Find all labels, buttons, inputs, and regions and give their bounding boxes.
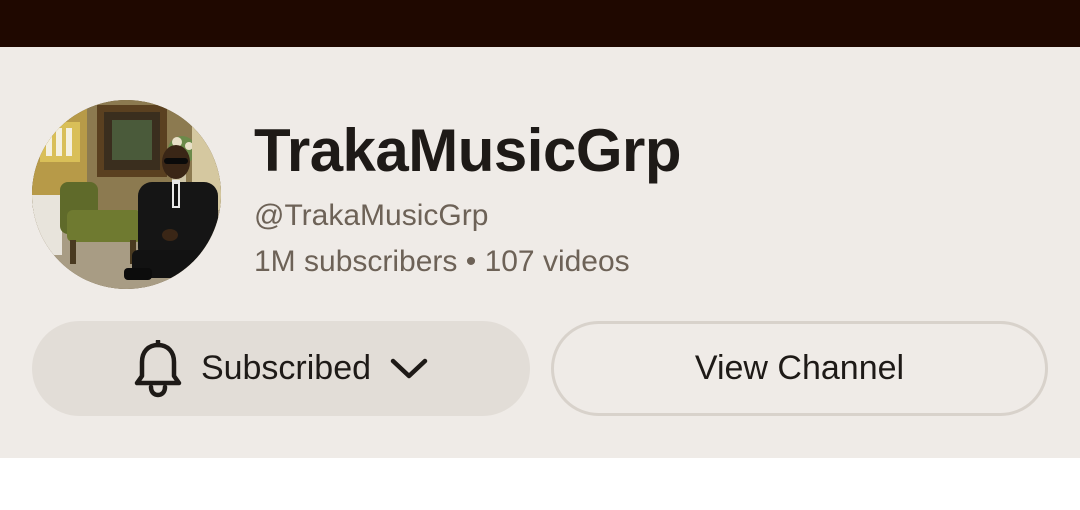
bell-icon — [133, 339, 183, 398]
channel-avatar[interactable] — [32, 100, 221, 289]
channel-card[interactable]: TrakaMusicGrp @TrakaMusicGrp 1M subscrib… — [0, 47, 1080, 458]
status-bar — [0, 0, 1080, 47]
subscribed-label: Subscribed — [200, 349, 372, 387]
chevron-down-icon — [389, 356, 429, 382]
avatar-photo — [32, 100, 221, 289]
channel-handle: @TrakaMusicGrp — [254, 199, 489, 232]
view-channel-label: View Channel — [694, 349, 905, 387]
channel-stats: 1M subscribers • 107 videos — [254, 245, 630, 278]
channel-name: TrakaMusicGrp — [254, 117, 682, 184]
subscribed-button[interactable]: Subscribed — [32, 321, 530, 416]
view-channel-button[interactable]: View Channel — [551, 321, 1048, 416]
